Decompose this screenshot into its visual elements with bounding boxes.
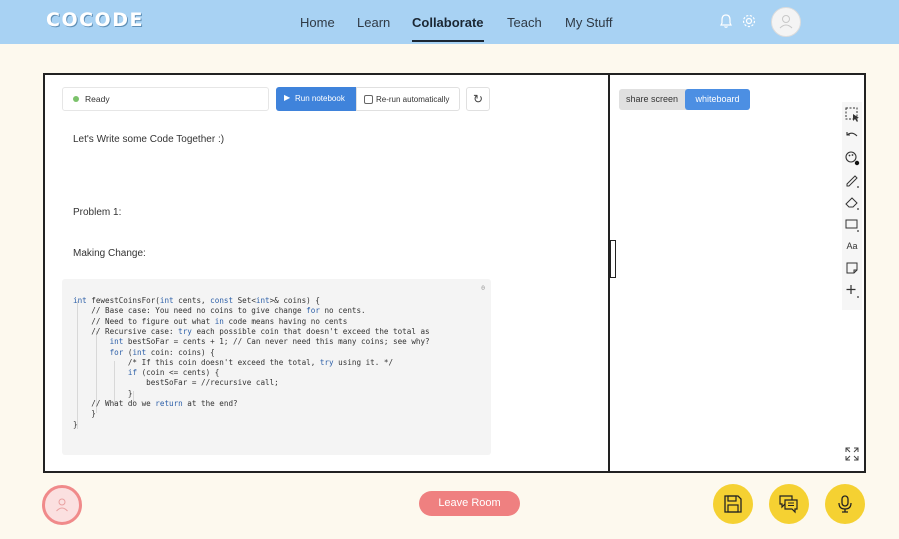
collaboration-frame: Ready ▶ Run notebook Re-run automaticall…	[43, 73, 866, 473]
save-button[interactable]	[713, 484, 753, 524]
plus-icon	[846, 285, 859, 298]
refresh-icon: ↻	[472, 92, 484, 106]
nav-teach[interactable]: Teach	[507, 15, 542, 30]
leave-room-button[interactable]: Leave Room	[419, 491, 520, 516]
code-line: }	[73, 388, 133, 398]
text-tool[interactable]: Aa	[842, 236, 862, 256]
tab-whiteboard[interactable]: whiteboard	[685, 89, 750, 110]
rectangle-icon	[845, 219, 859, 232]
add-tool[interactable]	[842, 280, 862, 300]
code-line: bestSoFar = //recursive call;	[73, 378, 279, 388]
text-icon: Aa	[846, 241, 858, 251]
kernel-status: Ready	[62, 87, 269, 111]
select-tool[interactable]	[842, 104, 862, 124]
whiteboard-toolbar: Aa	[842, 102, 862, 310]
undo-icon	[846, 132, 858, 137]
participant-avatar[interactable]	[42, 485, 82, 525]
app-logo[interactable]: COCODE	[46, 9, 144, 31]
code-line: /* If this coin doesn't exceed the total…	[73, 357, 394, 367]
code-line: }	[73, 419, 78, 429]
user-icon	[779, 15, 793, 29]
microphone-button[interactable]	[825, 484, 865, 524]
sticky-note-tool[interactable]	[842, 258, 862, 278]
palette-icon	[845, 151, 860, 166]
bell-icon[interactable]	[717, 12, 735, 30]
markdown-cell-making-change[interactable]: Making Change:	[73, 248, 146, 259]
code-line: // Recursive case: try each possible coi…	[73, 326, 430, 336]
resize-handle[interactable]	[610, 240, 616, 278]
gear-icon[interactable]	[740, 12, 758, 30]
code-line: if (coin <= cents) {	[127, 368, 220, 378]
rerun-label: Re-run automatically	[376, 95, 450, 104]
code-line: int bestSoFar = cents + 1; // Can never …	[109, 337, 430, 347]
refresh-button[interactable]: ↻	[466, 87, 490, 111]
nav-collaborate[interactable]: Collaborate	[412, 15, 484, 30]
nav-my-stuff[interactable]: My Stuff	[565, 15, 612, 30]
chat-icon	[779, 495, 798, 514]
markdown-cell-problem[interactable]: Problem 1:	[73, 207, 121, 218]
run-notebook-label: Run notebook	[295, 94, 345, 103]
eraser-tool[interactable]	[842, 192, 862, 212]
color-tool[interactable]	[842, 148, 862, 168]
run-notebook-button[interactable]: ▶ Run notebook	[276, 87, 356, 111]
rerun-checkbox[interactable]	[364, 95, 373, 104]
microphone-icon	[838, 495, 852, 513]
nav-learn[interactable]: Learn	[357, 15, 390, 30]
code-line: // What do we return at the end?	[73, 399, 238, 408]
sticky-note-icon	[846, 262, 858, 274]
nav-active-indicator	[412, 40, 484, 42]
top-navbar: COCODE Home Learn Collaborate Teach My S…	[0, 0, 899, 44]
code-cell[interactable]: 0 int fewestCoinsFor(int cents, const Se…	[62, 279, 491, 455]
user-icon	[56, 498, 68, 512]
code-line: // Need to figure out what in code means…	[73, 316, 348, 326]
cell-number: 0	[481, 284, 485, 292]
pencil-tool[interactable]	[842, 170, 862, 190]
profile-avatar[interactable]	[771, 7, 801, 37]
floppy-disk-icon	[724, 495, 742, 513]
whiteboard-tab-group: share screen whiteboard	[619, 89, 750, 110]
code-line: for (int coin: coins) {	[109, 347, 215, 357]
nav-home[interactable]: Home	[300, 15, 335, 30]
undo-tool[interactable]	[842, 126, 862, 146]
code-line: // Base case: You need no coins to give …	[73, 306, 366, 316]
chat-button[interactable]	[769, 484, 809, 524]
rectangle-tool[interactable]	[842, 214, 862, 234]
select-icon	[845, 107, 859, 122]
play-icon: ▶	[284, 93, 291, 102]
pencil-icon	[846, 175, 859, 188]
tab-share-screen[interactable]: share screen	[619, 89, 685, 110]
rerun-automatically-toggle[interactable]: Re-run automatically	[356, 87, 460, 111]
code-line: }	[73, 409, 96, 419]
markdown-cell-intro[interactable]: Let's Write some Code Together :)	[73, 134, 224, 145]
status-text: Ready	[85, 94, 110, 104]
status-dot-icon	[73, 96, 79, 102]
code-line: int fewestCoinsFor(int cents, const Set<…	[73, 296, 320, 305]
eraser-icon	[845, 197, 859, 210]
expand-icon[interactable]	[843, 445, 861, 463]
